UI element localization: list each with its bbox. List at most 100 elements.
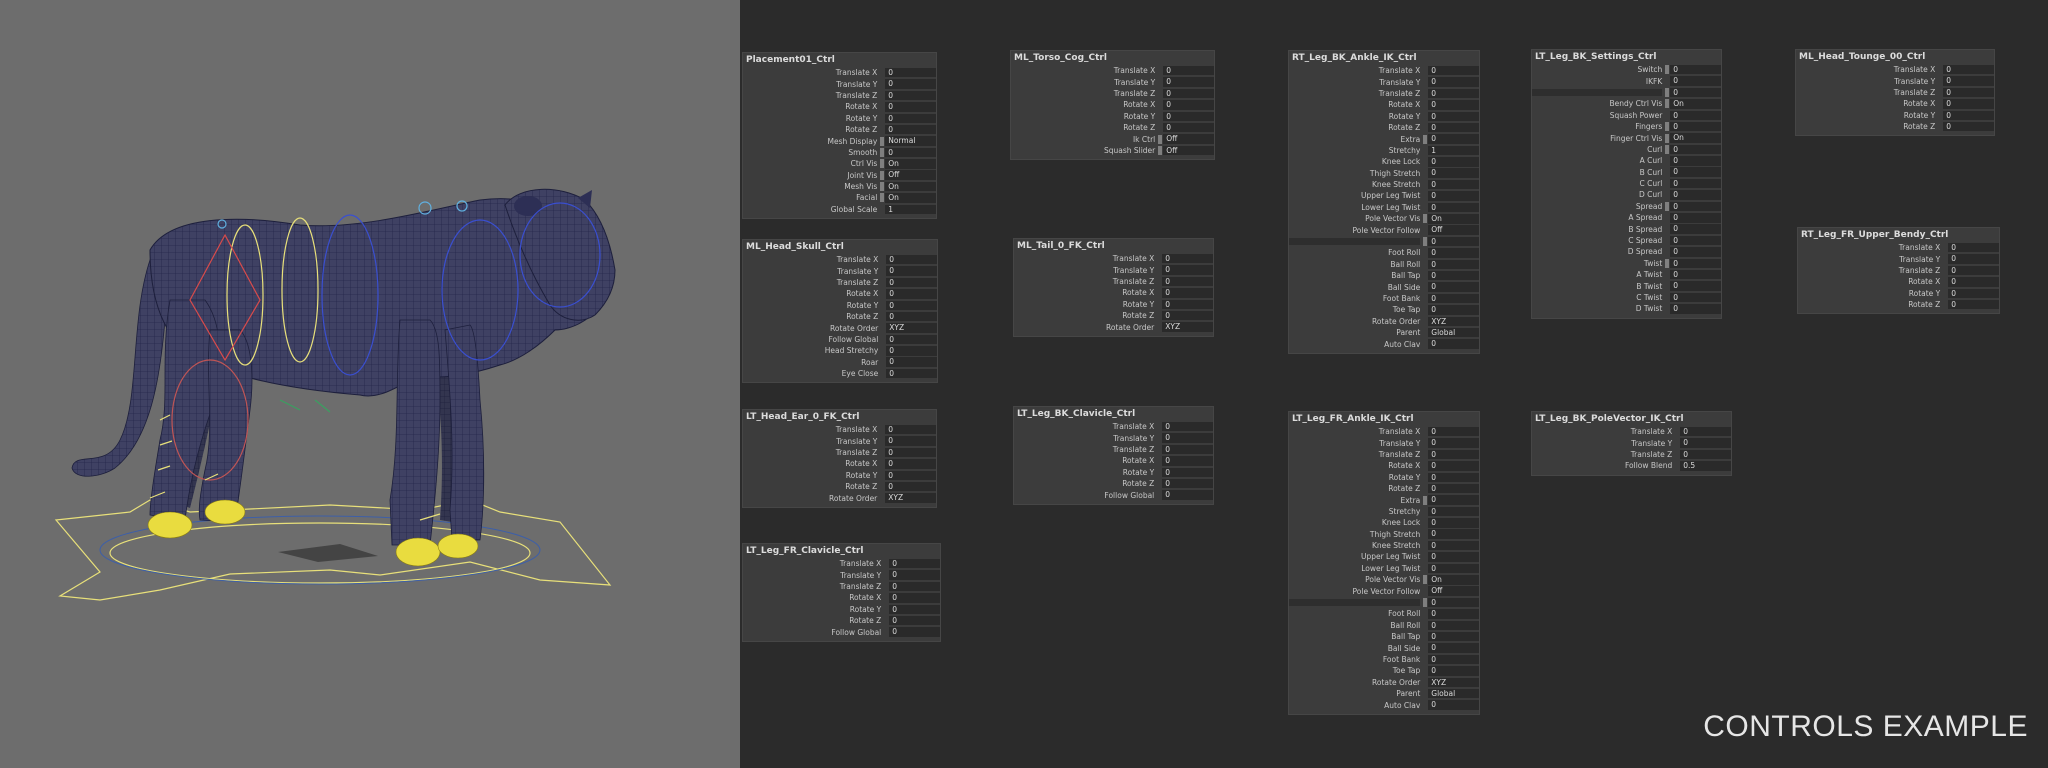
attribute-value-field[interactable]: 0 xyxy=(1948,265,1999,276)
attribute-value-field[interactable]: 0 xyxy=(1680,426,1731,437)
attribute-value-field[interactable]: 0 xyxy=(885,67,937,78)
attribute-value-field[interactable]: 0 xyxy=(1163,88,1214,99)
attribute-value-field[interactable]: 0 xyxy=(886,346,938,356)
attribute-value-field[interactable]: 0 xyxy=(1162,456,1213,466)
attribute-value-field[interactable]: 1 xyxy=(885,204,937,215)
attribute-value-field[interactable]: 0 xyxy=(1428,620,1479,631)
attribute-value-field[interactable]: 0 xyxy=(1428,540,1479,551)
attribute-value-field[interactable]: 0 xyxy=(1162,433,1213,443)
attribute-value-field[interactable]: Off xyxy=(1163,145,1214,156)
attribute-value-field[interactable]: 0 xyxy=(1428,631,1479,642)
attribute-value-field[interactable]: 0 xyxy=(1428,518,1479,528)
attribute-value-field[interactable]: XYZ xyxy=(1162,322,1213,332)
attribute-value-field[interactable]: 0 xyxy=(885,79,937,89)
attribute-value-field[interactable]: 0 xyxy=(1428,426,1479,437)
attribute-value-field[interactable]: 0 xyxy=(1428,563,1479,574)
attribute-value-field[interactable]: 0 xyxy=(1670,144,1721,155)
attribute-value-field[interactable]: 0 xyxy=(885,436,937,446)
attribute-value-field[interactable]: 0 xyxy=(886,357,938,367)
attribute-value-field[interactable]: 0 xyxy=(1428,65,1479,76)
attribute-value-field[interactable]: 0 xyxy=(1162,276,1213,287)
attribute-value-field[interactable]: 0 xyxy=(1670,87,1721,98)
attribute-value-field[interactable]: 0 xyxy=(1428,248,1479,258)
attribute-value-field[interactable]: 0 xyxy=(885,147,937,158)
attribute-value-field[interactable]: Off xyxy=(1428,586,1479,596)
attribute-value-field[interactable]: 0 xyxy=(1428,293,1479,304)
attribute-value-field[interactable]: 0 xyxy=(889,581,940,592)
attribute-value-field[interactable]: 0 xyxy=(1670,121,1721,132)
attribute-value-field[interactable]: 0 xyxy=(1162,265,1213,275)
attribute-value-field[interactable]: 0 xyxy=(885,470,937,480)
attribute-value-field[interactable]: 0 xyxy=(886,277,938,288)
attribute-value-field[interactable]: On xyxy=(885,181,937,192)
attribute-value-field[interactable]: 0 xyxy=(1162,299,1213,309)
attribute-value-field[interactable]: 0 xyxy=(1428,111,1479,121)
attribute-value-field[interactable]: 0 xyxy=(1162,253,1213,264)
attribute-value-field[interactable]: 0 xyxy=(885,424,937,435)
attribute-value-field[interactable]: 0 xyxy=(1670,281,1721,291)
attribute-value-field[interactable]: 0 xyxy=(889,627,940,637)
attribute-value-field[interactable]: 0 xyxy=(1428,270,1479,281)
attribute-value-field[interactable]: 0 xyxy=(885,124,937,135)
attribute-value-field[interactable]: 0 xyxy=(1943,64,1994,75)
attribute-value-field[interactable]: 0 xyxy=(1428,202,1479,213)
attribute-value-field[interactable]: 0 xyxy=(1948,242,1999,253)
attribute-value-field[interactable]: On xyxy=(885,193,937,203)
attribute-value-field[interactable]: Global xyxy=(1428,327,1479,338)
attribute-value-field[interactable]: 0.5 xyxy=(1680,461,1731,471)
attribute-value-field[interactable]: On xyxy=(1670,99,1721,109)
attribute-value-field[interactable]: 0 xyxy=(1162,490,1213,500)
attribute-value-field[interactable]: 0 xyxy=(1680,438,1731,448)
3d-viewport[interactable] xyxy=(0,0,740,768)
attribute-value-field[interactable]: 0 xyxy=(885,113,937,123)
attribute-value-field[interactable]: 0 xyxy=(1163,122,1214,133)
attribute-value-field[interactable]: 0 xyxy=(889,593,940,603)
attribute-value-field[interactable]: On xyxy=(885,159,937,169)
attribute-value-field[interactable]: 0 xyxy=(1162,444,1213,455)
attribute-value-field[interactable]: 0 xyxy=(1943,121,1994,132)
attribute-value-field[interactable]: 0 xyxy=(1428,461,1479,471)
attribute-value-field[interactable]: 0 xyxy=(1428,179,1479,190)
attribute-value-field[interactable]: 0 xyxy=(1943,87,1994,98)
attribute-value-field[interactable]: 0 xyxy=(1670,235,1721,246)
attribute-value-field[interactable]: 0 xyxy=(889,570,940,580)
attribute-value-field[interactable]: 0 xyxy=(1163,111,1214,121)
attribute-value-field[interactable]: 0 xyxy=(1428,529,1479,539)
attribute-value-field[interactable]: 0 xyxy=(1670,304,1721,314)
attribute-value-field[interactable]: On xyxy=(1670,133,1721,143)
attribute-value-field[interactable]: 0 xyxy=(1428,483,1479,494)
attribute-value-field[interactable]: 0 xyxy=(886,311,938,322)
attribute-value-field[interactable]: 0 xyxy=(1162,310,1213,321)
attribute-value-field[interactable]: On xyxy=(1428,214,1479,224)
attribute-value-field[interactable]: 0 xyxy=(1948,288,1999,298)
attribute-value-field[interactable]: 0 xyxy=(1670,269,1721,280)
attribute-value-field[interactable]: 0 xyxy=(1428,506,1479,517)
attribute-value-field[interactable]: 0 xyxy=(886,289,938,299)
attribute-value-field[interactable]: 0 xyxy=(1428,654,1479,665)
attribute-value-field[interactable]: 0 xyxy=(1948,277,1999,287)
attribute-value-field[interactable]: 0 xyxy=(1428,666,1479,676)
attribute-value-field[interactable]: Global xyxy=(1428,688,1479,699)
attribute-value-field[interactable]: 0 xyxy=(1943,99,1994,109)
attribute-value-field[interactable]: 0 xyxy=(889,558,940,569)
attribute-value-field[interactable]: 0 xyxy=(886,300,938,310)
attribute-value-field[interactable]: 0 xyxy=(889,615,940,626)
attribute-value-field[interactable]: 0 xyxy=(1162,467,1213,477)
attribute-value-field[interactable]: 0 xyxy=(886,254,938,265)
attribute-value-field[interactable]: 0 xyxy=(1670,258,1721,269)
attribute-value-field[interactable]: XYZ xyxy=(1428,316,1479,327)
attribute-value-field[interactable]: 0 xyxy=(1670,213,1721,223)
attribute-value-field[interactable]: 0 xyxy=(1428,643,1479,653)
attribute-value-field[interactable]: 0 xyxy=(1428,339,1479,349)
attribute-value-field[interactable]: On xyxy=(1428,575,1479,585)
attribute-value-field[interactable]: 0 xyxy=(1428,157,1479,167)
attribute-value-field[interactable]: 0 xyxy=(1428,700,1479,710)
attribute-value-field[interactable]: 0 xyxy=(1670,201,1721,212)
attribute-value-field[interactable]: 0 xyxy=(1428,259,1479,270)
attribute-value-field[interactable]: 0 xyxy=(1670,167,1721,177)
attribute-value-field[interactable]: 0 xyxy=(1670,178,1721,189)
attribute-value-field[interactable]: 0 xyxy=(1670,64,1721,75)
attribute-value-field[interactable]: 0 xyxy=(1670,76,1721,86)
attribute-value-field[interactable]: 0 xyxy=(1670,292,1721,303)
attribute-value-field[interactable]: XYZ xyxy=(886,323,938,333)
